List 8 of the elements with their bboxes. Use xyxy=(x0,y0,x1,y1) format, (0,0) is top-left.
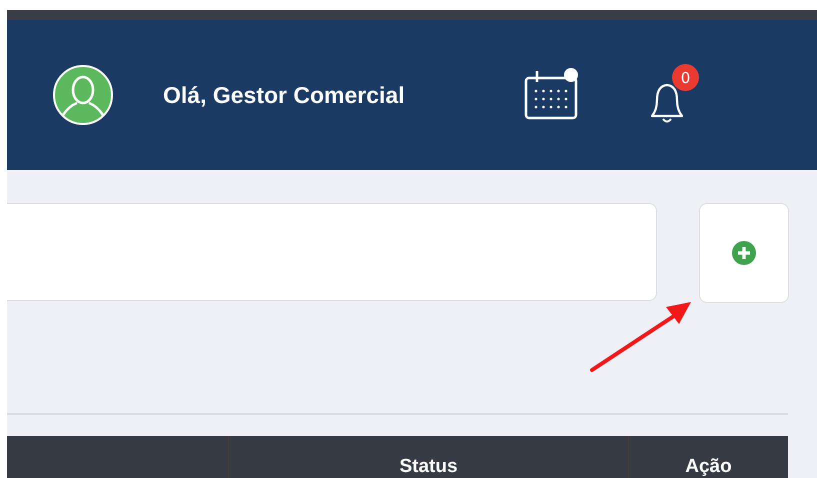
notification-badge: 0 xyxy=(672,64,699,91)
column-header: Status xyxy=(399,456,458,478)
add-button[interactable] xyxy=(699,203,789,303)
greeting-text: Olá, Gestor Comercial xyxy=(163,82,406,108)
column-header: Ação xyxy=(685,456,732,478)
search-field[interactable] xyxy=(7,203,657,301)
plus-icon xyxy=(731,240,757,266)
user-avatar-icon[interactable] xyxy=(53,65,113,125)
